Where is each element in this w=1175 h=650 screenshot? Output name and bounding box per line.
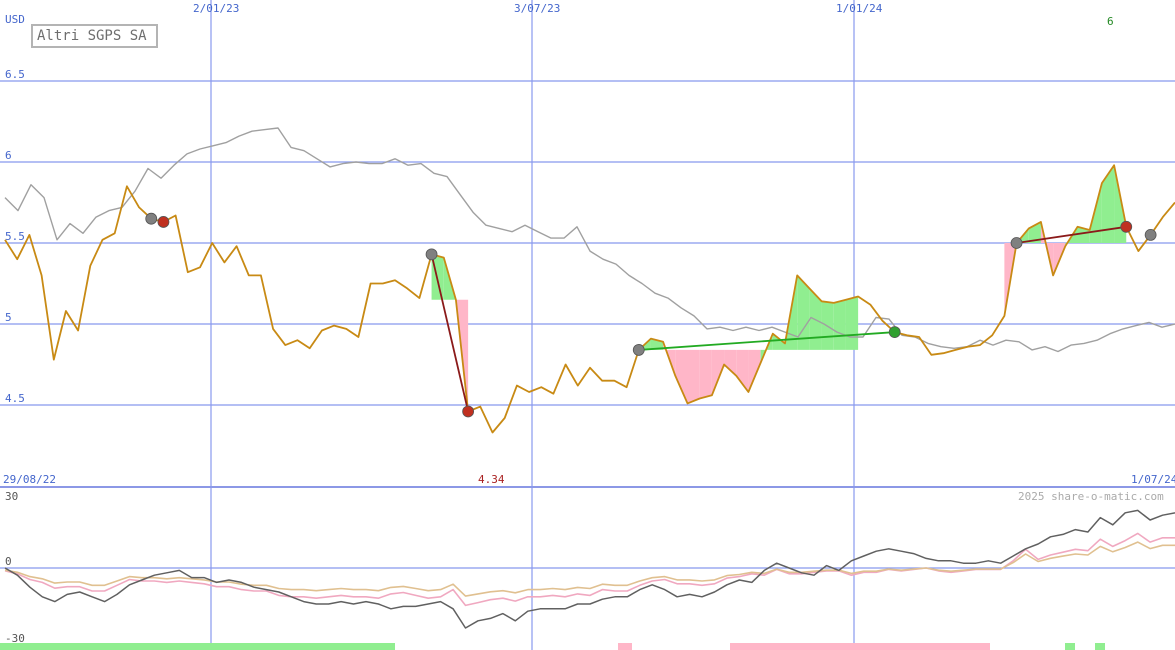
bottom-bar	[1065, 643, 1075, 650]
signal-fill-segment	[1101, 165, 1115, 243]
signal-fill-segment	[845, 296, 859, 350]
price-tick-label: 5	[5, 311, 12, 324]
y-axis-unit: USD	[5, 13, 25, 26]
exit-marker	[157, 216, 170, 228]
bottom-bars	[0, 643, 1105, 650]
low-price-label: 4.34	[478, 473, 505, 486]
date-label-top-3: 1/01/24	[836, 2, 883, 15]
oscillator-tick-label: 0	[5, 555, 12, 568]
exit-marker	[888, 326, 901, 339]
signal-fill-segment	[675, 349, 688, 404]
price-tick-label: 4.5	[5, 392, 25, 405]
signal-fill-segment	[833, 299, 846, 350]
date-label-top-2: 3/07/23	[514, 2, 560, 15]
end-date-label: 1/07/24	[1131, 473, 1175, 486]
chart-title: Altri SGPS SA	[31, 24, 158, 48]
signal-fill-segment	[724, 349, 737, 376]
bottom-bar	[1095, 643, 1105, 650]
price-tick-label: 5.5	[5, 230, 25, 243]
entry-marker	[1010, 237, 1023, 249]
price-tick-label: 6	[5, 149, 12, 162]
signal-fill-segment	[736, 349, 749, 393]
bottom-bar	[0, 643, 395, 650]
entry-marker	[1144, 228, 1157, 241]
signal-fills	[431, 165, 1127, 412]
high-price-label: 6	[1107, 15, 1114, 28]
price-tick-label: 6.5	[5, 68, 25, 81]
bottom-bar	[618, 643, 632, 650]
entry-marker	[632, 344, 645, 356]
oscillator-tick-label: 30	[5, 490, 18, 503]
signal-fill-segment	[699, 349, 712, 399]
signal-fill-segment	[687, 349, 700, 404]
entry-marker	[425, 248, 438, 261]
series-lines	[4, 127, 1175, 629]
chart-svg: 4.555.566.5300-30 USD 2/01/23 3/07/23 1/…	[0, 0, 1175, 650]
exit-marker	[1120, 220, 1133, 233]
entry-marker	[145, 212, 158, 225]
copyright-label: 2025 share-o-matic.com	[1018, 490, 1164, 503]
series-line-price	[4, 164, 1175, 434]
exit-marker	[462, 405, 475, 418]
date-label-top-1: 2/01/23	[193, 2, 239, 15]
oscillator-line-tan	[4, 541, 1175, 597]
start-date-label: 29/08/22	[3, 473, 56, 486]
bottom-bar	[730, 643, 990, 650]
